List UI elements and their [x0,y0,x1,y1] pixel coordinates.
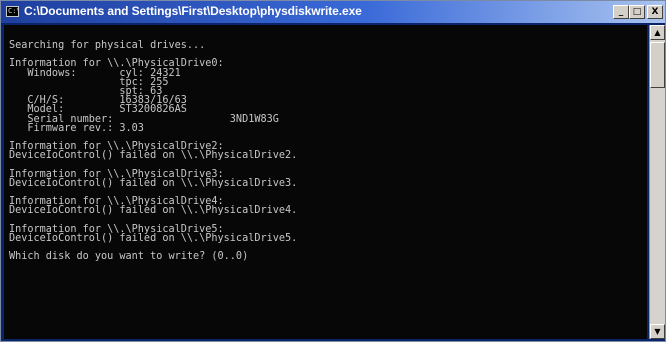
console-window: C:\ C:\Documents and Settings\First\Desk… [0,0,666,342]
console-line: DeviceIoControl() failed on \\.\Physical… [9,150,298,162]
scroll-thumb[interactable] [650,42,665,88]
title-bar[interactable]: C:\ C:\Documents and Settings\First\Desk… [1,1,665,23]
console-line: Which disk do you want to write? (0..0) [9,251,249,263]
scroll-up-button[interactable]: ▲ [650,25,665,40]
console-line: DeviceIoControl() failed on \\.\Physical… [9,205,298,217]
scroll-down-button[interactable]: ▼ [650,324,665,339]
maximize-button[interactable]: □ [629,5,645,19]
minimize-button[interactable]: _ [613,5,629,19]
console-icon[interactable]: C:\ [6,6,19,17]
console-text: Searching for physical drives... Informat… [4,25,647,262]
console-line: Searching for physical drives... [9,40,206,51]
vertical-scrollbar[interactable]: ▲ ▼ [649,25,665,339]
window-title: C:\Documents and Settings\First\Desktop\… [24,4,362,18]
console-line: Firmware rev.: 3.03 [9,122,144,134]
close-button[interactable]: X [647,5,663,19]
console-line: DeviceIoControl() failed on \\.\Physical… [9,177,298,189]
console-output[interactable]: Searching for physical drives... Informat… [4,25,647,339]
console-line: DeviceIoControl() failed on \\.\Physical… [9,232,298,244]
